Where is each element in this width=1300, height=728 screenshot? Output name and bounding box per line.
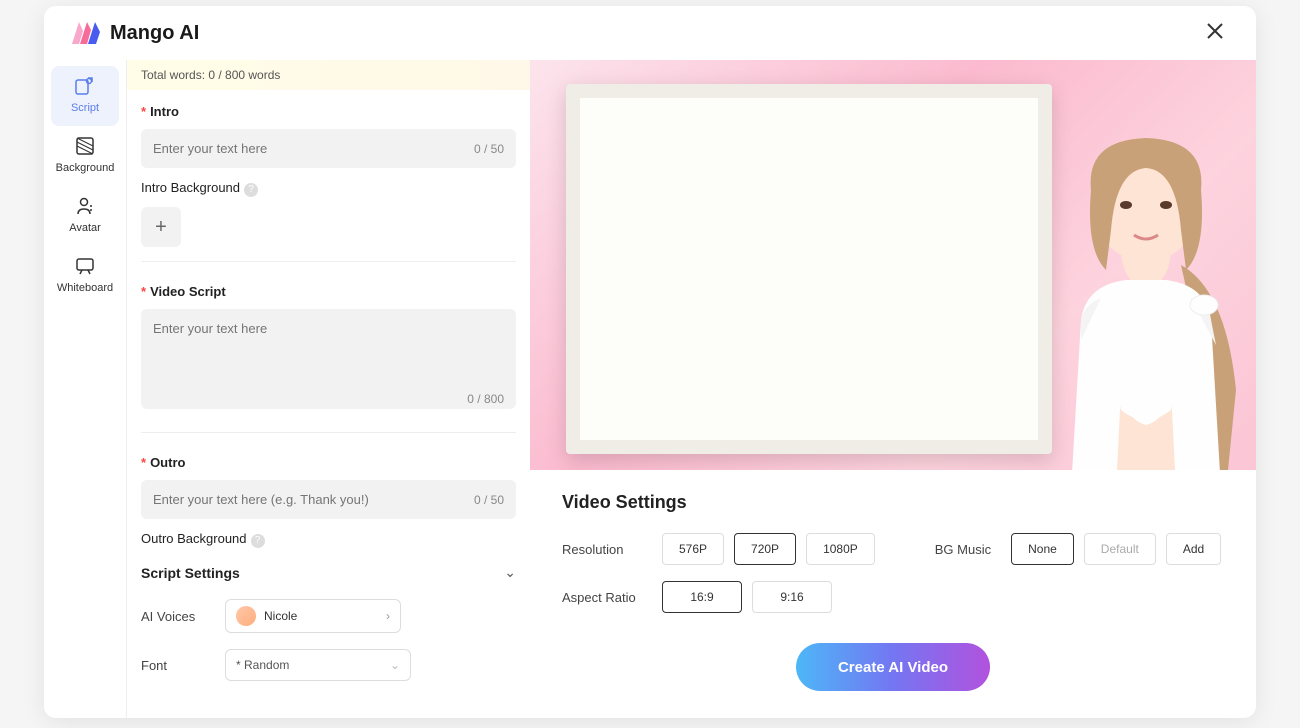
resolution-720p[interactable]: 720P — [734, 533, 796, 565]
outro-input-row: 0 / 50 — [141, 480, 516, 519]
ai-voices-label: AI Voices — [141, 609, 201, 624]
intro-input[interactable] — [141, 129, 516, 168]
header: Mango AI — [44, 6, 1256, 60]
preview-avatar — [1026, 110, 1256, 470]
intro-input-row: 0 / 50 — [141, 129, 516, 168]
script-settings-toggle[interactable]: Script Settings ⌄ — [127, 548, 530, 591]
aspect-label: Aspect Ratio — [562, 590, 642, 605]
outro-section: *Outro 0 / 50 — [127, 441, 530, 527]
avatar-icon — [75, 196, 95, 216]
left-panel: Total words: 0 / 800 words *Intro 0 / 50… — [126, 60, 530, 718]
sidebar-item-background[interactable]: Background — [51, 126, 119, 186]
sidebar: Script Background Avatar Whiteboard — [44, 60, 126, 718]
resolution-row: Resolution 576P 720P 1080P BG Music None… — [562, 533, 1224, 565]
bg-music-none[interactable]: None — [1011, 533, 1074, 565]
script-settings-title: Script Settings — [141, 565, 240, 581]
close-icon — [1206, 22, 1224, 40]
resolution-1080p[interactable]: 1080P — [806, 533, 875, 565]
background-icon — [75, 136, 95, 156]
aspect-16-9[interactable]: 16:9 — [662, 581, 742, 613]
chevron-right-icon: › — [386, 609, 390, 623]
font-row: Font * Random ⌄ — [127, 641, 530, 689]
bg-music-default[interactable]: Default — [1084, 533, 1156, 565]
brand-name: Mango AI — [110, 22, 199, 45]
bg-music-label: BG Music — [935, 542, 991, 557]
intro-label: *Intro — [141, 104, 516, 119]
create-video-button[interactable]: Create AI Video — [796, 643, 990, 691]
right-panel: Video Settings Resolution 576P 720P 1080… — [530, 60, 1256, 718]
sidebar-label: Whiteboard — [57, 282, 113, 294]
logo: Mango AI — [72, 22, 199, 45]
divider — [141, 432, 516, 433]
script-input-row: 0 / 800 — [141, 309, 516, 414]
voice-avatar-icon — [236, 606, 256, 626]
sidebar-label: Avatar — [69, 222, 101, 234]
chevron-down-icon: ⌄ — [504, 564, 516, 581]
divider — [141, 261, 516, 262]
aspect-group: 16:9 9:16 — [662, 581, 832, 613]
word-count: Total words: 0 / 800 words — [127, 60, 530, 90]
preview-whiteboard — [566, 84, 1052, 454]
script-section: *Video Script 0 / 800 — [127, 270, 530, 441]
outro-counter: 0 / 50 — [474, 493, 504, 507]
modal-container: Mango AI Script Background — [44, 6, 1256, 718]
help-icon[interactable]: ? — [251, 534, 265, 548]
body: Script Background Avatar Whiteboard — [44, 60, 1256, 718]
script-counter: 0 / 800 — [467, 392, 504, 406]
bg-music-add[interactable]: Add — [1166, 533, 1221, 565]
sidebar-label: Background — [56, 162, 115, 174]
sidebar-item-whiteboard[interactable]: Whiteboard — [51, 246, 119, 306]
outro-label: *Outro — [141, 455, 516, 470]
video-settings: Video Settings Resolution 576P 720P 1080… — [530, 470, 1256, 713]
sidebar-label: Script — [71, 102, 99, 114]
chevron-down-icon: ⌄ — [390, 658, 400, 672]
sidebar-item-script[interactable]: Script — [51, 66, 119, 126]
video-preview — [530, 60, 1256, 470]
close-button[interactable] — [1202, 16, 1228, 50]
voice-name: Nicole — [264, 609, 378, 623]
whiteboard-icon — [75, 256, 95, 276]
script-textarea[interactable] — [141, 309, 516, 409]
voice-select[interactable]: Nicole › — [225, 599, 401, 633]
add-intro-bg-button[interactable]: + — [141, 207, 181, 247]
logo-icon — [72, 22, 100, 44]
sidebar-item-avatar[interactable]: Avatar — [51, 186, 119, 246]
font-label: Font — [141, 658, 201, 673]
video-settings-title: Video Settings — [562, 492, 1224, 513]
outro-bg-label: Outro Background? — [141, 531, 516, 548]
script-label: *Video Script — [141, 284, 516, 299]
aspect-row: Aspect Ratio 16:9 9:16 — [562, 581, 1224, 613]
font-select[interactable]: * Random ⌄ — [225, 649, 411, 681]
outro-input[interactable] — [141, 480, 516, 519]
resolution-group: 576P 720P 1080P — [662, 533, 875, 565]
intro-bg-section: Intro Background? + — [127, 176, 530, 270]
script-icon — [75, 76, 95, 96]
resolution-label: Resolution — [562, 542, 642, 557]
intro-counter: 0 / 50 — [474, 142, 504, 156]
resolution-576p[interactable]: 576P — [662, 533, 724, 565]
intro-section: *Intro 0 / 50 — [127, 90, 530, 176]
outro-bg-section: Outro Background? — [127, 527, 530, 548]
intro-bg-label: Intro Background? — [141, 180, 516, 197]
bg-music-group: BG Music None Default Add — [935, 533, 1221, 565]
font-value: * Random — [236, 658, 289, 672]
help-icon[interactable]: ? — [244, 183, 258, 197]
aspect-9-16[interactable]: 9:16 — [752, 581, 832, 613]
ai-voices-row: AI Voices Nicole › — [127, 591, 530, 641]
